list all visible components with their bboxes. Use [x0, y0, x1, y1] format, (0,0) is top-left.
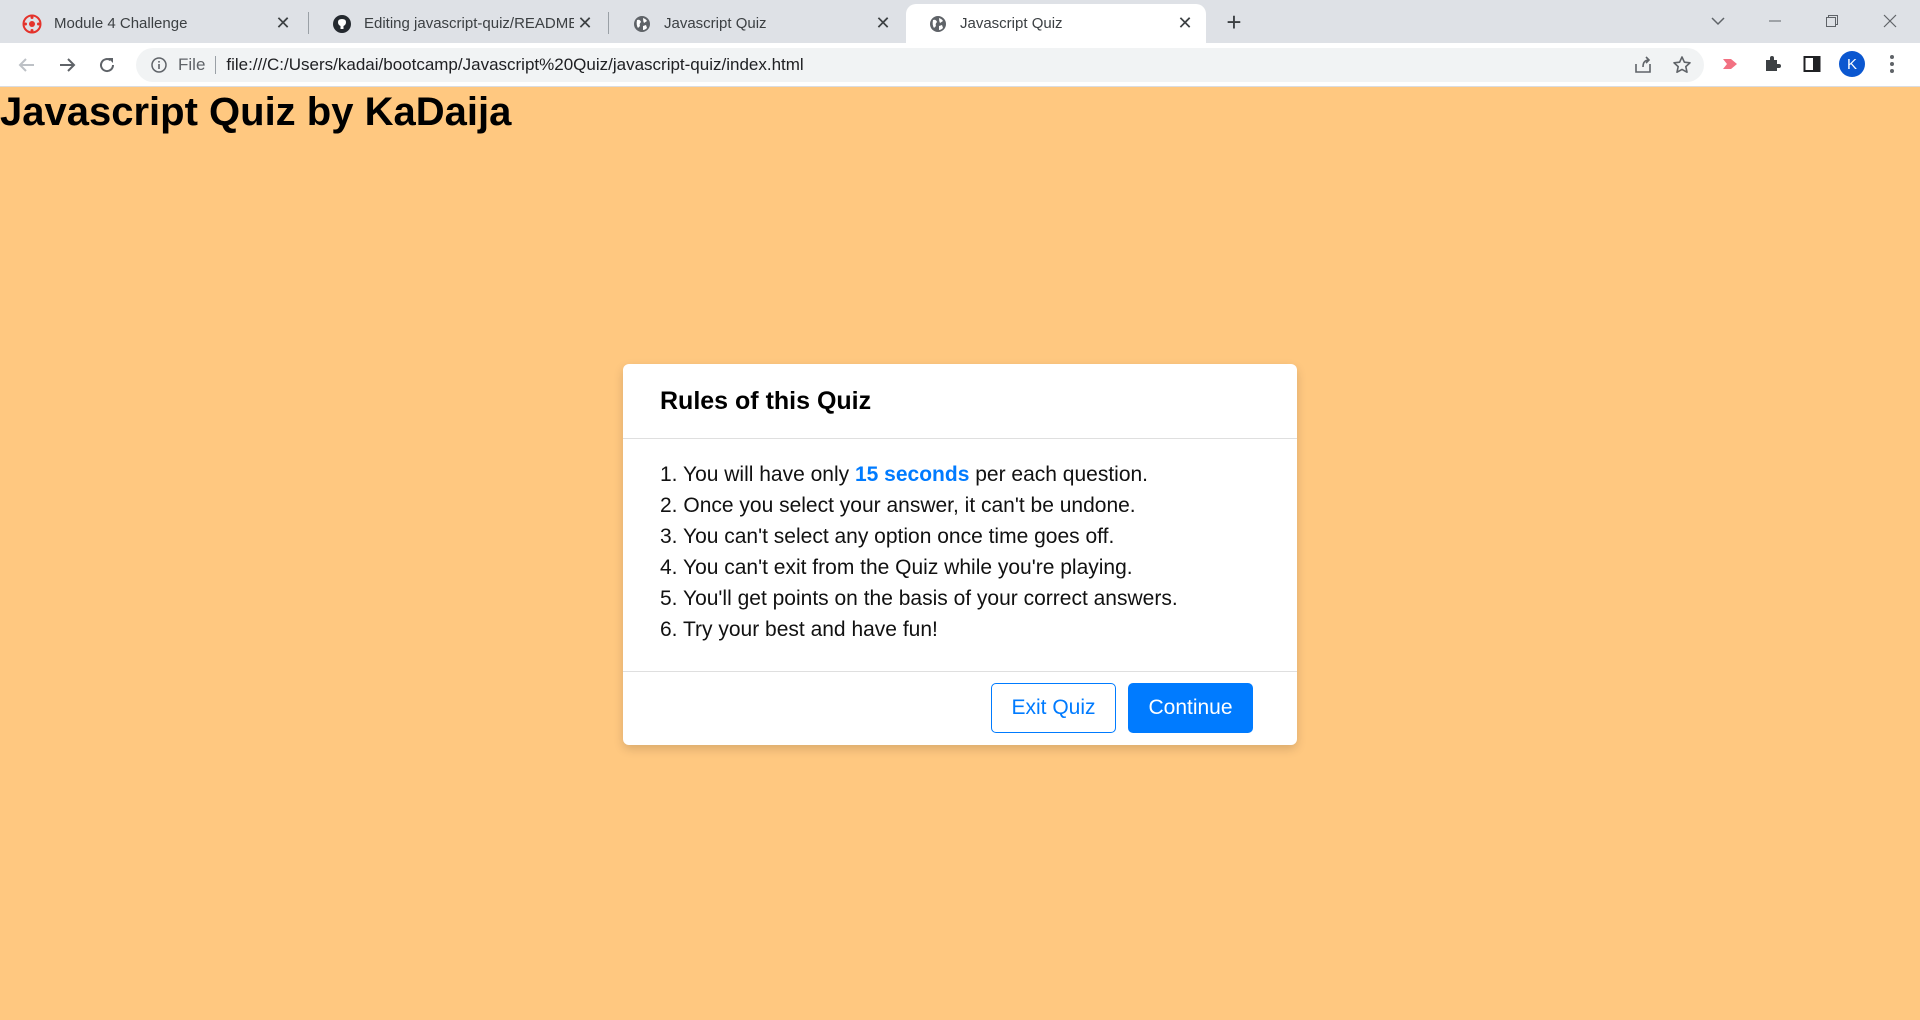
continue-button[interactable]: Continue [1128, 683, 1253, 733]
dialog-title: Rules of this Quiz [660, 386, 872, 415]
exit-quiz-button[interactable]: Exit Quiz [991, 683, 1116, 733]
share-icon[interactable] [1629, 51, 1657, 79]
side-panel-icon[interactable] [1798, 50, 1826, 78]
rule-number: 6. [660, 618, 678, 641]
info-icon[interactable] [150, 56, 168, 74]
list-item: 4. You can't exit from the Quiz while yo… [660, 552, 1297, 583]
tab-javascript-quiz-active[interactable]: Javascript Quiz ✕ [906, 4, 1206, 43]
url-text[interactable]: file:///C:/Users/kadai/bootcamp/Javascri… [226, 55, 803, 75]
rules-list: 1. You will have only 15 seconds per eac… [623, 439, 1297, 645]
list-item: 5. You'll get points on the basis of you… [660, 583, 1297, 614]
tab-module-4-challenge[interactable]: Module 4 Challenge ✕ [0, 4, 304, 43]
page-title: Javascript Quiz by KaDaija [0, 90, 512, 134]
rule-number: 4. [660, 556, 678, 579]
list-item: 2. Once you select your answer, it can't… [660, 490, 1297, 521]
close-icon[interactable]: ✕ [272, 13, 294, 35]
list-item: 6. Try your best and have fun! [660, 614, 1297, 645]
close-icon[interactable]: ✕ [872, 13, 894, 35]
canvas-logo-icon [22, 14, 42, 34]
reload-icon[interactable] [92, 50, 122, 80]
address-separator [215, 56, 217, 74]
tab-strip: Module 4 Challenge ✕ Editing javascript-… [0, 0, 1920, 43]
address-bar[interactable]: File file:///C:/Users/kadai/bootcamp/Jav… [136, 48, 1704, 82]
tab-javascript-quiz[interactable]: Javascript Quiz ✕ [610, 4, 904, 43]
dialog-footer: Exit Quiz Continue [623, 671, 1297, 745]
rule-text: You can't select any option once time go… [682, 525, 1115, 548]
list-item: 3. You can't select any option once time… [660, 521, 1297, 552]
close-icon[interactable]: ✕ [1174, 13, 1196, 35]
globe-icon [928, 14, 948, 34]
list-item: 1. You will have only 15 seconds per eac… [660, 459, 1297, 490]
browser-toolbar: File file:///C:/Users/kadai/bootcamp/Jav… [0, 43, 1920, 87]
close-icon[interactable]: ✕ [574, 13, 596, 35]
scheme-label: File [178, 55, 206, 74]
tab-title: Editing javascript-quiz/README.md [364, 15, 574, 32]
more-menu-icon[interactable] [1882, 50, 1902, 78]
rule-text: You can't exit from the Quiz while you'r… [682, 556, 1133, 579]
extensions-puzzle-icon[interactable] [1758, 50, 1786, 78]
time-highlight: 15 seconds [854, 463, 970, 486]
rule-number: 3. [660, 525, 678, 548]
tab-title: Javascript Quiz [664, 15, 767, 32]
tab-separator [608, 12, 609, 34]
forward-arrow-icon[interactable] [52, 50, 82, 80]
rule-text: per each question. [969, 463, 1149, 486]
globe-icon [632, 14, 652, 34]
dialog-header: Rules of this Quiz [623, 364, 1297, 439]
rule-text: Try your best and have fun! [682, 618, 938, 641]
tab-separator [308, 12, 309, 34]
new-tab-button[interactable]: + [1220, 9, 1248, 37]
rule-text: You will have only [682, 463, 855, 486]
tab-github-readme[interactable]: Editing javascript-quiz/README.md ✕ [310, 4, 606, 43]
github-icon [332, 14, 352, 34]
tab-title: Module 4 Challenge [54, 15, 188, 32]
rule-text: You'll get points on the basis of your c… [682, 587, 1178, 610]
rule-number: 5. [660, 587, 678, 610]
extension-record-icon[interactable] [1718, 50, 1746, 78]
rule-number: 2. [660, 494, 678, 517]
rule-text: Once you select your answer, it can't be… [683, 494, 1136, 517]
restore-icon[interactable] [1814, 6, 1850, 36]
avatar[interactable]: K [1839, 51, 1865, 77]
tab-search-icon[interactable] [1700, 6, 1736, 36]
close-window-icon[interactable] [1872, 6, 1908, 36]
bookmark-star-icon[interactable] [1668, 51, 1696, 79]
rules-dialog: Rules of this Quiz 1. You will have only… [623, 364, 1297, 745]
tab-title: Javascript Quiz [960, 15, 1063, 32]
back-arrow-icon[interactable] [12, 50, 42, 80]
rule-number: 1. [660, 463, 678, 486]
minimize-icon[interactable] [1757, 6, 1793, 36]
